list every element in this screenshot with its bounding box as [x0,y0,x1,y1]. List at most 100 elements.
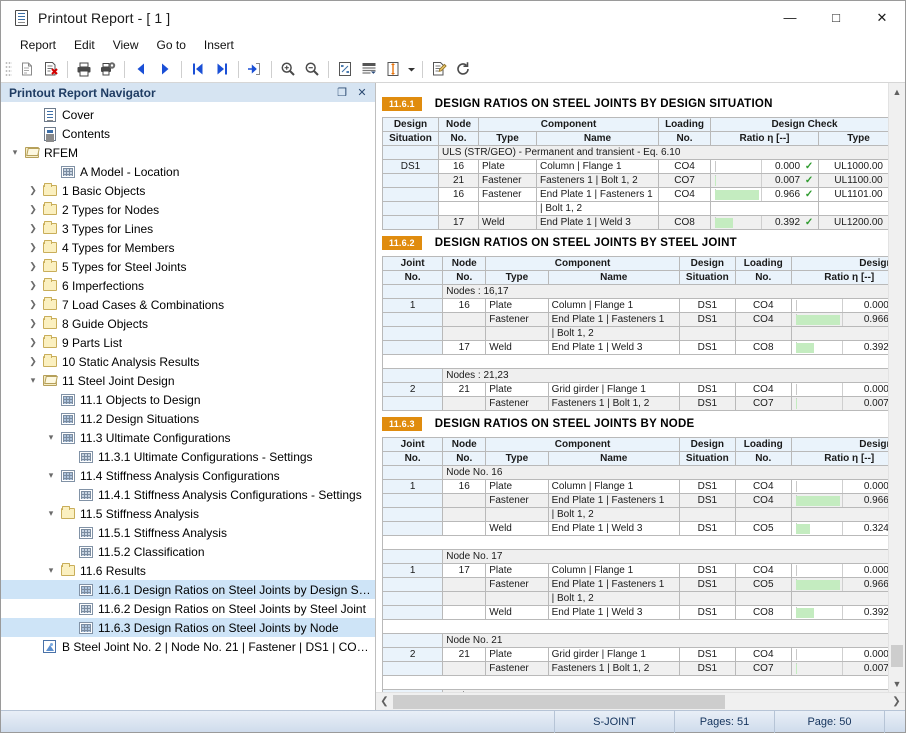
undock-icon[interactable]: ❐ [333,85,351,101]
tree-item[interactable]: 11.2 Design Situations [1,409,375,428]
folder-icon [41,333,58,352]
first-page-icon[interactable] [186,58,210,81]
tree-item[interactable]: ▾ 11 Steel Joint Design [1,371,375,390]
edit-report-icon[interactable] [427,58,451,81]
cell-design-situation: DS1 [678,479,736,494]
tree-item[interactable]: 11.4.1 Stiffness Analysis Configurations… [1,485,375,504]
tree-item[interactable]: ❯ 5 Types for Steel Joints [1,257,375,276]
tree-item-label: 10 Static Analysis Results [62,354,200,369]
vscroll-thumb[interactable] [891,645,903,667]
scroll-down-icon[interactable]: ▼ [889,675,905,692]
tree-item[interactable]: 11.6.3 Design Ratios on Steel Joints by … [1,618,375,637]
print-icon[interactable] [72,58,96,81]
tree-item[interactable]: ❯ 8 Guide Objects [1,314,375,333]
zoom-out-icon[interactable] [300,58,324,81]
menu-goto[interactable]: Go to [148,36,195,54]
menu-view[interactable]: View [104,36,148,54]
delete-report-icon[interactable] [39,58,63,81]
tree-item[interactable]: ❯ 4 Types for Members [1,238,375,257]
collapse-arrow-icon[interactable]: ▾ [7,143,23,162]
collapse-arrow-icon[interactable]: ▾ [43,466,59,485]
tree-item[interactable]: 11.3.1 Ultimate Configurations - Setting… [1,447,375,466]
expand-arrow-icon[interactable]: ❯ [25,219,41,238]
expand-arrow-icon[interactable]: ❯ [25,257,41,276]
resize-grip[interactable] [884,710,905,733]
tree-item[interactable]: 11.1 Objects to Design [1,390,375,409]
minimize-button[interactable]: — [767,1,813,34]
menu-report[interactable]: Report [11,36,65,54]
column-subheader: Ratio η [--] [710,131,820,146]
next-page-icon[interactable] [153,58,177,81]
tree-item[interactable]: ▾ RFEM [1,143,375,162]
tree-item[interactable]: B Steel Joint No. 2 | Node No. 21 | Fast… [1,637,375,656]
tree-item[interactable]: ❯ 2 Types for Nodes [1,200,375,219]
previous-page-icon[interactable] [129,58,153,81]
refresh-icon[interactable] [451,58,475,81]
column-header: Joint [381,437,444,452]
collapse-arrow-icon[interactable]: ▾ [25,371,41,390]
menu-edit[interactable]: Edit [65,36,104,54]
maximize-button[interactable]: □ [813,1,859,34]
tree-item[interactable]: ❯ 7 Load Cases & Combinations [1,295,375,314]
report-horizontal-scrollbar[interactable]: ❮ ❯ [376,692,905,710]
close-button[interactable]: ✕ [859,1,905,34]
scroll-left-icon[interactable]: ❮ [376,693,393,711]
cell-design-situation: DS1 [678,647,736,662]
folder-icon [41,238,58,257]
tree-item[interactable]: ▾ 11.6 Results [1,561,375,580]
tree-item[interactable]: 11.5.1 Stiffness Analysis [1,523,375,542]
toolbar-grip[interactable] [5,60,12,78]
tree-item[interactable]: ❯ 6 Imperfections [1,276,375,295]
tree-item[interactable]: ❯ 9 Parts List [1,333,375,352]
fit-page-icon[interactable] [333,58,357,81]
tree-item[interactable]: Contents [1,124,375,143]
ratio-bar [795,578,843,591]
tree-item[interactable]: A Model - Location [1,162,375,181]
expand-arrow-icon[interactable]: ❯ [25,314,41,333]
report-tree[interactable]: Cover Contents ▾ RFEM A Model - Location ❯ 1 B… [1,102,375,710]
zoom-in-icon[interactable] [276,58,300,81]
table-row: 2 21 Plate Grid girder | Flange 1 DS1 CO4 0.00… [381,382,888,397]
tree-item[interactable]: 11.6.1 Design Ratios on Steel Joints by … [1,580,375,599]
tree-item[interactable]: ❯ 1 Basic Objects [1,181,375,200]
tree-item[interactable]: ▾ 11.4 Stiffness Analysis Configurations [1,466,375,485]
tree-item[interactable]: ▾ 11.5 Stiffness Analysis [1,504,375,523]
collapse-arrow-icon[interactable]: ▾ [43,428,59,447]
status-module: S-JOINT [554,710,674,733]
expand-arrow-icon[interactable]: ❯ [25,238,41,257]
expand-arrow-icon[interactable]: ❯ [25,333,41,352]
collapse-arrow-icon[interactable]: ▾ [43,561,59,580]
tree-item[interactable]: ▾ 11.3 Ultimate Configurations [1,428,375,447]
expand-arrow-icon[interactable]: ❯ [25,352,41,371]
expand-arrow-icon[interactable]: ❯ [25,276,41,295]
vscroll-track[interactable] [889,100,905,675]
close-navigator-icon[interactable]: ✕ [353,85,371,101]
tree-item[interactable]: 11.6.2 Design Ratios on Steel Joints by … [1,599,375,618]
page-setup-icon[interactable] [381,58,405,81]
cell-ratio [710,201,820,216]
scroll-up-icon[interactable]: ▲ [889,83,905,100]
last-page-icon[interactable] [210,58,234,81]
scroll-right-icon[interactable]: ❯ [888,693,905,711]
print-preview-icon[interactable] [15,58,39,81]
collapse-arrow-icon[interactable]: ▾ [43,504,59,523]
expand-arrow-icon[interactable]: ❯ [25,295,41,314]
export-page-icon[interactable] [243,58,267,81]
table-icon [77,599,94,618]
dropdown-arrow-icon[interactable] [405,58,418,81]
insert-table-icon[interactable] [357,58,381,81]
tree-item[interactable]: 11.5.2 Classification [1,542,375,561]
table-row: 117PlateColumn | Flange 1DS1CO40.000✓UL1… [381,563,888,578]
menu-insert[interactable]: Insert [195,36,243,54]
printer-settings-icon[interactable] [96,58,120,81]
tree-item[interactable]: ❯ 3 Types for Lines [1,219,375,238]
expand-arrow-icon[interactable]: ❯ [25,181,41,200]
hscroll-thumb[interactable] [393,694,725,709]
report-vertical-scrollbar[interactable]: ▲ ▼ [888,83,905,692]
tree-item[interactable]: ❯ 10 Static Analysis Results [1,352,375,371]
expand-arrow-icon[interactable]: ❯ [25,200,41,219]
cell-index: 1 [381,479,444,494]
tree-item[interactable]: Cover [1,105,375,124]
hscroll-track[interactable] [393,693,888,711]
